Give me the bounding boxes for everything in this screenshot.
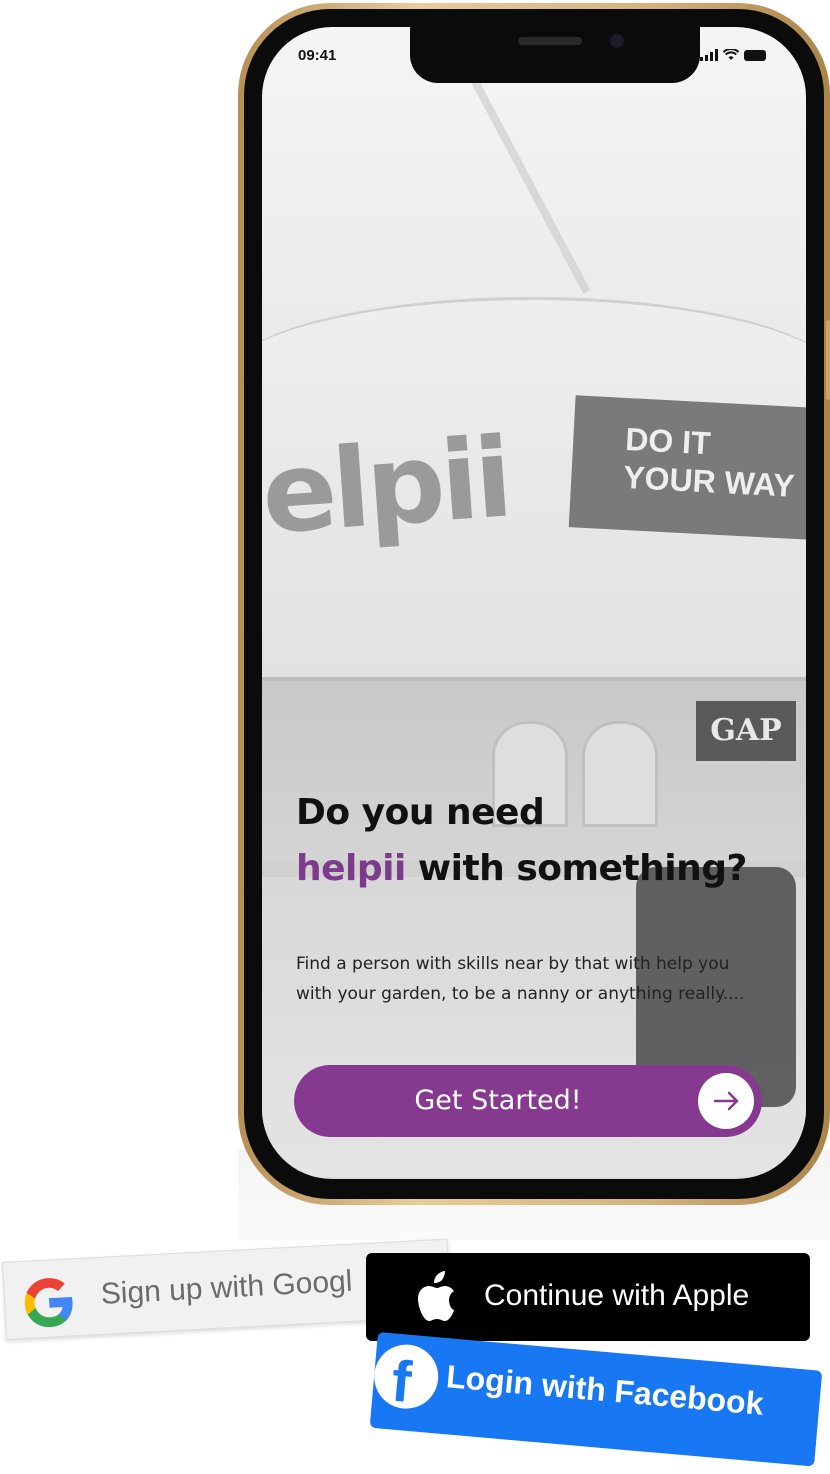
camera [610, 34, 624, 48]
get-started-label: Get Started! [414, 1085, 582, 1116]
store-sign: GAP [696, 701, 796, 761]
status-bar: 09:41 [262, 27, 806, 83]
headline-brand: helpii [296, 848, 406, 889]
phone-side-button [826, 320, 830, 400]
facebook-login-button[interactable]: f Login with Facebook [369, 1332, 823, 1467]
apple-continue-label: Continue with Apple [484, 1279, 750, 1312]
get-started-button[interactable]: Get Started! [294, 1065, 762, 1137]
notch [410, 27, 700, 83]
battery-icon [744, 49, 766, 61]
app-screen: elpii DO IT YOUR WAY GAP 09:41 Do you ne… [262, 27, 806, 1179]
headline-rest: with something? [405, 848, 748, 889]
hero-headline: Do you need helpii with something? [296, 785, 747, 897]
apple-continue-button[interactable]: Continue with Apple [366, 1253, 810, 1341]
billboard-slogan: DO IT YOUR WAY [568, 395, 806, 541]
status-indicators [700, 49, 766, 61]
status-time: 09:41 [298, 47, 337, 64]
signal-icon [700, 49, 718, 61]
phone-bezel: elpii DO IT YOUR WAY GAP 09:41 Do you ne… [244, 9, 824, 1199]
wifi-icon [723, 49, 739, 60]
google-signup-label: Sign up with Googl [99, 1264, 354, 1311]
phone-frame: elpii DO IT YOUR WAY GAP 09:41 Do you ne… [238, 3, 830, 1205]
billboard-logo: elpii [262, 413, 513, 559]
headline-line2: helpii with something? [296, 841, 747, 897]
arrow-right-icon [698, 1073, 754, 1129]
speaker [518, 37, 582, 45]
facebook-icon: f [371, 1341, 441, 1415]
headline-line1: Do you need [296, 792, 545, 833]
apple-icon [418, 1271, 454, 1321]
billboard-slogan-line2: YOUR WAY [622, 458, 796, 504]
facebook-login-label: Login with Facebook [444, 1358, 765, 1422]
google-icon [24, 1278, 73, 1328]
hero-description: Find a person with skills near by that w… [296, 954, 745, 1004]
